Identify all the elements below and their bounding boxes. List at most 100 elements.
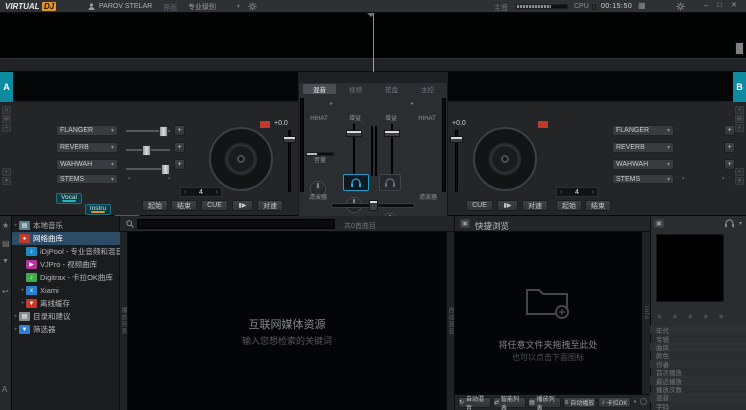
sidebar-item-digitrax[interactable]: ♪Digitrax - 卡拉OK曲库 [12,271,120,284]
deck-a-fx3-slider[interactable] [126,168,170,170]
history-back-icon[interactable]: ↩ [2,288,9,296]
mixer-tab-video[interactable]: 视频 [339,84,372,94]
sidebar-item-idjpool[interactable]: ♪iDjPool - 专业音频和混音 [12,245,120,258]
loop-decrease-icon[interactable]: ‹ [184,189,186,196]
deck-b-title-area[interactable] [448,72,733,102]
sidebar-item-folders-suggestions[interactable]: +▤目录和建议 [12,310,120,323]
deck-b-sync-button[interactable]: 对速 [522,200,548,211]
gear-icon[interactable] [248,2,257,11]
folders-icon[interactable]: ▤ [2,240,10,248]
prelisten-headphone-icon[interactable] [724,219,735,228]
slider-handle[interactable] [159,126,168,137]
deck-a-loop-in-button[interactable]: 起始 [142,200,168,211]
deck-b-loop-in-button[interactable]: 起始 [556,200,582,211]
crossfader-handle[interactable] [369,200,378,211]
sidebar-item-filters[interactable]: +▼筛选器 [12,323,120,336]
deck-a-loop-out-button[interactable]: 结束 [171,200,197,211]
loop-decrease-icon[interactable]: ‹ [560,189,562,196]
mixer-master-mini-meter[interactable] [306,152,334,156]
vertical-tab-info[interactable]: Info [642,232,650,394]
sidebar-item-online-library[interactable]: −●网络曲库 [12,232,120,245]
filter-funnel-icon[interactable]: ▼ [2,258,9,265]
deck-a-rail-button-2[interactable]: ▤ [2,115,11,123]
mixer-ch1-fader-handle[interactable] [346,130,362,137]
expand-icon[interactable]: + [12,223,19,229]
deck-a-fx1-select[interactable]: FLANGER▾ [56,125,118,136]
mixer-tab-master[interactable]: 主控 [411,84,444,94]
deck-a-headphone-cue-button[interactable] [343,174,369,191]
sidebar-item-offline-cache[interactable]: +▼离线缓存 [12,297,120,310]
deck-a-rail-button-1[interactable]: ≡ [2,106,11,114]
deck-a-title-area[interactable] [13,72,298,102]
slider-handle[interactable] [161,164,170,175]
deck-b-rail-button-4[interactable]: ▪ [735,168,744,176]
deck-a-fx2-add-button[interactable]: + [174,142,185,153]
deck-b-rail-button-5[interactable]: ▾ [735,177,744,185]
deck-a-stems-select[interactable]: STEMS▾ [56,174,118,184]
deck-b-fx2-select[interactable]: REVERB▾ [612,142,674,153]
sidebar-item-xiami[interactable]: +xXiami [12,284,120,297]
toolbar-toggle-icon[interactable] [640,398,647,405]
deck-b-rail-button-1[interactable]: ≡ [735,106,744,114]
deck-a-loop-size[interactable]: ‹4› [180,187,222,197]
deck-b-rail-button-2[interactable]: ▤ [735,115,744,123]
deck-a-fx2-slider[interactable] [126,149,170,151]
collapse-icon[interactable]: − [12,236,19,242]
deck-a-fx1-slider[interactable] [126,130,170,132]
expand-icon[interactable]: + [19,301,26,307]
favorites-star-icon[interactable]: ★ [2,222,9,230]
deck-a-cue-button[interactable]: CUE [201,200,228,211]
waveform-scroll-handle[interactable] [735,42,744,55]
vertical-tab-playlist[interactable]: 播放列表 [120,232,128,410]
deck-b-pitch-handle[interactable] [450,136,463,143]
expand-icon[interactable]: + [12,327,19,333]
vertical-tab-automix[interactable]: 自动混音 [446,232,454,410]
deck-b-rail-button-3[interactable]: + [735,124,744,132]
close-button[interactable]: ✕ [731,2,737,9]
deck-a-tab[interactable]: A [0,72,13,102]
mixer-tab-mixer[interactable]: 混音 [303,84,336,94]
toolbar-karaoke-button[interactable]: ♪卡拉OK [598,397,631,408]
user-name[interactable]: PAROV STELAR [99,3,152,10]
deck-a-fx1-add-button[interactable]: + [174,125,185,136]
deck-a-stem-vocal[interactable]: Vocal [56,193,82,204]
deck-b-stems-select[interactable]: STEMS▾ [612,174,674,184]
deck-b-fx1-select[interactable]: FLANGER▾ [612,125,674,136]
sidebar-item-vjpro[interactable]: ▶VJPro - 视频曲库 [12,258,120,271]
slider-handle[interactable] [142,145,151,156]
deck-b-fx3-select[interactable]: WAHWAH▾ [612,159,674,170]
deck-b-fx2-add-button[interactable]: + [724,142,735,153]
rating-stars[interactable]: ★ ★ ★ ★ ★ [656,312,728,321]
expand-icon[interactable]: + [19,288,26,294]
deck-a-fx3-add-button[interactable]: + [174,159,185,170]
mixer-ch2-fader-handle[interactable] [384,130,400,137]
search-input[interactable] [137,219,335,229]
deck-a-rail-button-4[interactable]: ▪ [2,168,11,176]
record-panel-icon[interactable]: ▦ [638,2,646,10]
expand-icon[interactable]: + [12,314,19,320]
settings-gear-icon[interactable] [676,2,685,11]
deck-b-loop-out-button[interactable]: 结束 [585,200,611,211]
deck-b-play-button[interactable]: ▮▶ [497,200,518,211]
deck-b-cue-button[interactable]: CUE [466,200,493,211]
deck-b-loop-size[interactable]: ‹4› [556,187,598,197]
skin-select[interactable]: 专业级别▾ [188,2,240,11]
sidebar-item-local-music[interactable]: +▤本地音乐 [12,219,120,232]
toolbar-playlist-button[interactable]: ▤播放列表 [528,397,561,408]
toolbar-more-icon[interactable]: ▸ [634,399,637,405]
toolbar-smartlist-button[interactable]: ⇄智能列表 [493,397,526,408]
deck-b-fx1-add-button[interactable]: + [724,125,735,136]
deck-a-stem-instru[interactable]: Instru [85,204,111,215]
info-menu-icon[interactable]: ▾ [739,220,742,227]
deck-a-rail-button-3[interactable]: + [2,124,11,132]
deck-a-pitch-handle[interactable] [283,136,296,143]
toolbar-autoplay-button[interactable]: ≡自动播放 [563,397,596,408]
deck-b-fx3-add-button[interactable]: + [724,159,735,170]
loop-increase-icon[interactable]: › [592,189,594,196]
deck-b-headphone-cue-button[interactable] [379,174,401,191]
deck-a-fx2-select[interactable]: REVERB▾ [56,142,118,153]
deck-a-rail-button-5[interactable]: ▾ [2,177,11,185]
minimize-button[interactable]: – [704,2,708,10]
deck-b-tab[interactable]: B [733,72,746,102]
deck-a-fx3-select[interactable]: WAHWAH▾ [56,159,118,170]
